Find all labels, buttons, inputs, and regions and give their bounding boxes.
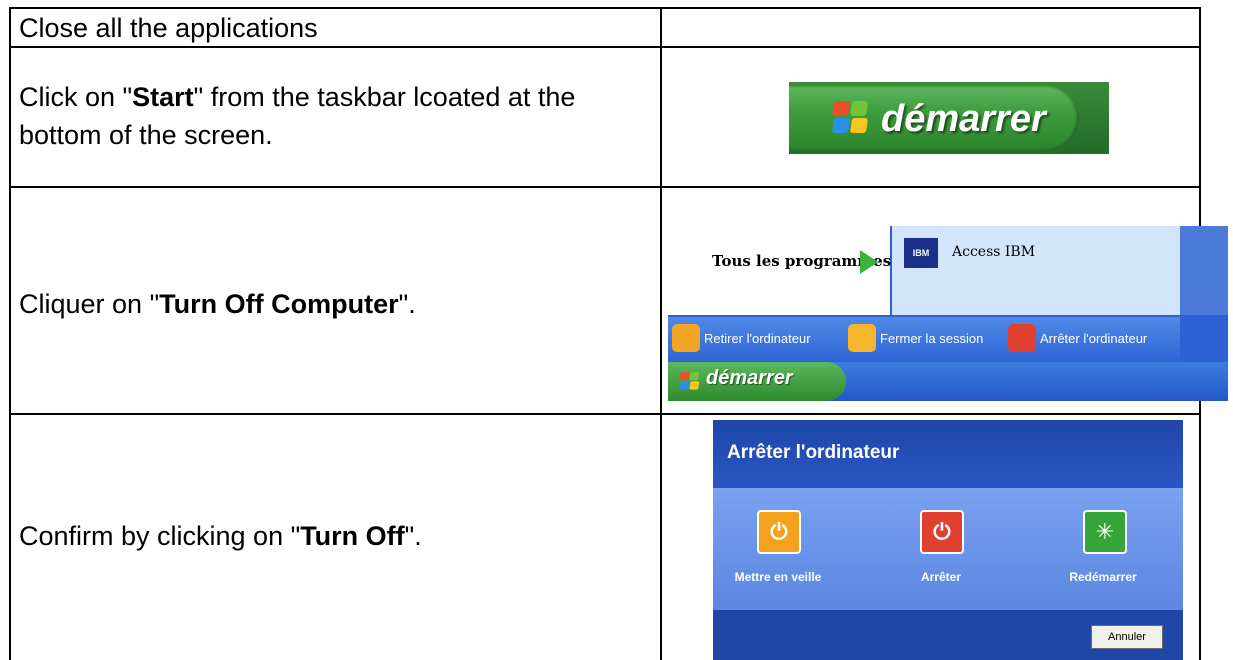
table-column-divider xyxy=(660,7,662,660)
ibm-logo-icon: IBM xyxy=(904,238,938,268)
taskbar-start-button[interactable]: démarrer xyxy=(668,362,846,401)
log-off-item[interactable]: Fermer la session xyxy=(880,326,983,352)
start-button[interactable]: démarrer xyxy=(789,86,1079,150)
dialog-header: Arrêter l'ordinateur xyxy=(713,420,1183,488)
cancel-button[interactable]: Annuler xyxy=(1091,625,1163,649)
step-text: Click on " xyxy=(19,82,133,112)
turn-off-dialog-screenshot: Arrêter l'ordinateur ⏻ Mettre en veille … xyxy=(713,420,1183,660)
all-programs-arrow-icon[interactable] xyxy=(860,250,878,274)
menu-left-pane xyxy=(668,226,890,315)
start-menu-screenshot: Tous les programmes IBM Access IBM Retir… xyxy=(668,226,1228,401)
step-confirm-turn-off: Confirm by clicking on "Turn Off". xyxy=(19,517,422,555)
key-logoff-icon xyxy=(848,324,876,352)
standby-label[interactable]: Mettre en veille xyxy=(723,570,833,584)
step-keyword: Turn Off Computer xyxy=(159,289,399,319)
turn-off-icon[interactable]: ⏻ xyxy=(920,510,964,554)
undock-icon xyxy=(672,324,700,352)
start-button-screenshot: démarrer xyxy=(789,82,1109,154)
power-icon xyxy=(1008,324,1036,352)
undock-computer-item[interactable]: Retirer l'ordinateur xyxy=(704,326,811,352)
restart-icon[interactable]: ✳ xyxy=(1083,510,1127,554)
start-button-label: démarrer xyxy=(881,98,1046,140)
step-text: ". xyxy=(398,289,416,319)
step-keyword: Start xyxy=(132,82,194,112)
step-turn-off-computer: Cliquer on "Turn Off Computer". xyxy=(19,285,416,323)
taskbar-start-label: démarrer xyxy=(706,367,793,389)
access-ibm-item[interactable]: Access IBM xyxy=(952,244,1035,260)
turn-off-label[interactable]: Arrêter xyxy=(893,570,989,584)
table-border-left xyxy=(9,7,11,660)
windows-logo-icon xyxy=(679,372,700,391)
row-divider xyxy=(9,413,1201,415)
dialog-title: Arrêter l'ordinateur xyxy=(727,442,900,463)
standby-icon[interactable]: ⏻ xyxy=(757,510,801,554)
desktop-background xyxy=(1180,226,1228,315)
step-text: Confirm by clicking on " xyxy=(19,521,301,551)
restart-label[interactable]: Redémarrer xyxy=(1048,570,1158,584)
step-keyword: Turn Off xyxy=(300,521,405,551)
windows-logo-icon xyxy=(831,101,869,135)
step-click-start: Click on "Start" from the taskbar lcoate… xyxy=(19,78,649,154)
step-close-apps: Close all the applications xyxy=(19,13,318,43)
turn-off-computer-item[interactable]: Arrêter l'ordinateur xyxy=(1040,326,1147,352)
row-divider xyxy=(9,186,1201,188)
step-text: ". xyxy=(404,521,422,551)
step-text: Cliquer on " xyxy=(19,289,160,319)
